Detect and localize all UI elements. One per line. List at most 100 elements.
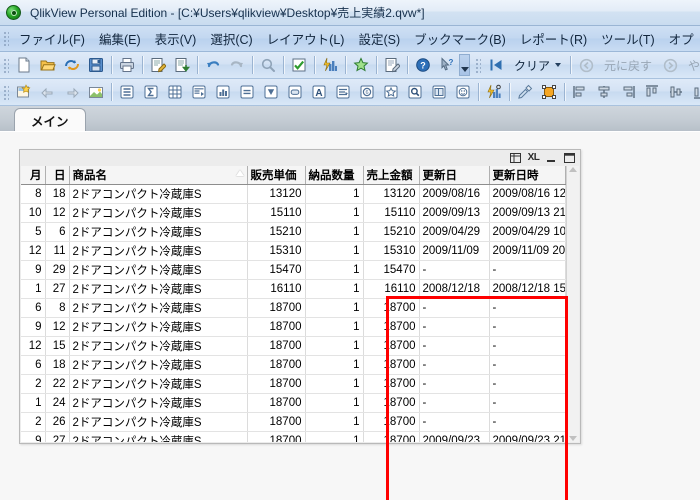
cell-price[interactable]: 18700	[247, 393, 306, 413]
cell-price[interactable]: 15110	[247, 203, 306, 223]
cell-product[interactable]: 2ドアコンパクト冷蔵庫S	[69, 279, 248, 299]
cell-upd_date[interactable]: 2008/12/18	[419, 279, 490, 299]
cell-day[interactable]: 11	[45, 241, 70, 261]
cell-amount[interactable]: 18700	[363, 412, 420, 432]
column-header-month[interactable]: 月	[21, 166, 46, 185]
button-icon[interactable]	[284, 81, 306, 103]
cell-amount[interactable]: 18700	[363, 393, 420, 413]
cell-product[interactable]: 2ドアコンパクト冷蔵庫S	[69, 374, 248, 394]
cell-product[interactable]: 2ドアコンパクト冷蔵庫S	[69, 203, 248, 223]
cell-amount[interactable]: 13120	[363, 184, 420, 204]
cell-qty[interactable]: 1	[305, 355, 364, 375]
multi-box-icon[interactable]	[164, 81, 186, 103]
cell-price[interactable]: 18700	[247, 336, 306, 356]
cell-upd_dt[interactable]: -	[489, 412, 566, 432]
cell-upd_dt[interactable]: -	[489, 336, 566, 356]
search-magnifier-icon[interactable]	[257, 54, 279, 76]
container-icon[interactable]	[428, 81, 450, 103]
cell-product[interactable]: 2ドアコンパクト冷蔵庫S	[69, 412, 248, 432]
scroll-up-arrow-icon[interactable]	[569, 167, 577, 172]
redo-arrow-icon[interactable]	[226, 54, 248, 76]
quick-chart-wizard-icon[interactable]	[483, 81, 505, 103]
cell-day[interactable]: 12	[45, 203, 70, 223]
toolbar-overflow-button[interactable]	[459, 54, 470, 76]
table-row[interactable]: 12 11 2ドアコンパクト冷蔵庫S 15310 1 15310 2009/11/09 200…	[21, 241, 566, 261]
new-file-icon[interactable]	[13, 54, 35, 76]
cell-qty[interactable]: 1	[305, 260, 364, 280]
cell-price[interactable]: 15310	[247, 241, 306, 261]
menu-bookmarks[interactable]: ブックマーク(B)	[407, 26, 513, 51]
cell-upd_dt[interactable]: -	[489, 355, 566, 375]
search-object-icon[interactable]	[404, 81, 426, 103]
cell-day[interactable]: 22	[45, 374, 70, 394]
cell-product[interactable]: 2ドアコンパクト冷蔵庫S	[69, 431, 248, 442]
align-left-icon[interactable]	[569, 81, 591, 103]
cell-month[interactable]: 1	[21, 279, 46, 299]
minimize-icon[interactable]	[545, 152, 558, 164]
activate-all-icon[interactable]	[538, 81, 560, 103]
maximize-icon[interactable]	[563, 152, 576, 164]
cell-qty[interactable]: 1	[305, 431, 364, 442]
design-grid-icon[interactable]	[381, 54, 403, 76]
cell-day[interactable]: 6	[45, 222, 70, 242]
cell-qty[interactable]: 1	[305, 222, 364, 242]
column-header-sales-amount[interactable]: 売上金額	[363, 166, 420, 185]
cell-upd_dt[interactable]: 2009/09/23 21:20:43	[489, 431, 566, 442]
cell-qty[interactable]: 1	[305, 279, 364, 299]
cell-price[interactable]: 18700	[247, 431, 306, 442]
help-question-icon[interactable]: ?	[412, 54, 434, 76]
cell-month[interactable]: 10	[21, 203, 46, 223]
cell-month[interactable]: 9	[21, 431, 46, 442]
cell-upd_dt[interactable]: -	[489, 317, 566, 337]
text-object-icon[interactable]: A	[308, 81, 330, 103]
custom-object-icon[interactable]	[452, 81, 474, 103]
cell-day[interactable]: 29	[45, 260, 70, 280]
cell-amount[interactable]: 18700	[363, 336, 420, 356]
cell-month[interactable]: 2	[21, 374, 46, 394]
cell-upd_dt[interactable]: -	[489, 374, 566, 394]
column-header-product[interactable]: 商品名	[69, 166, 248, 185]
cell-day[interactable]: 8	[45, 298, 70, 318]
list-box-icon[interactable]	[116, 81, 138, 103]
cell-month[interactable]: 8	[21, 184, 46, 204]
reload-icon[interactable]	[61, 54, 83, 76]
table-row[interactable]: 8 18 2ドアコンパクト冷蔵庫S 13120 1 13120 2009/08/16 2009…	[21, 184, 566, 204]
column-header-update-datetime[interactable]: 更新日時	[489, 166, 566, 185]
bookmark-object-icon[interactable]	[380, 81, 402, 103]
cell-month[interactable]: 2	[21, 412, 46, 432]
table-row[interactable]: 1 27 2ドアコンパクト冷蔵庫S 16110 1 16110 2008/12/18 2008…	[21, 279, 566, 299]
cell-qty[interactable]: 1	[305, 298, 364, 318]
cell-upd_date[interactable]: -	[419, 336, 490, 356]
align-center-v-icon[interactable]	[665, 81, 687, 103]
cell-month[interactable]: 9	[21, 260, 46, 280]
cell-amount[interactable]: 18700	[363, 431, 420, 442]
table-row[interactable]: 6 8 2ドアコンパクト冷蔵庫S 18700 1 18700- -	[21, 298, 566, 318]
save-icon[interactable]	[85, 54, 107, 76]
cell-day[interactable]: 24	[45, 393, 70, 413]
cell-product[interactable]: 2ドアコンパクト冷蔵庫S	[69, 317, 248, 337]
align-bottom-icon[interactable]	[689, 81, 700, 103]
cell-product[interactable]: 2ドアコンパクト冷蔵庫S	[69, 222, 248, 242]
cell-upd_dt[interactable]: -	[489, 393, 566, 413]
slider-calendar-icon[interactable]: 6	[356, 81, 378, 103]
chevron-down-icon[interactable]	[555, 63, 562, 67]
cell-month[interactable]: 9	[21, 317, 46, 337]
table-row[interactable]: 9 12 2ドアコンパクト冷蔵庫S 18700 1 18700- -	[21, 317, 566, 337]
cell-amount[interactable]: 15210	[363, 222, 420, 242]
table-row[interactable]: 2 26 2ドアコンパクト冷蔵庫S 18700 1 18700- -	[21, 412, 566, 432]
cell-amount[interactable]: 18700	[363, 355, 420, 375]
cell-price[interactable]: 18700	[247, 374, 306, 394]
cell-day[interactable]: 27	[45, 279, 70, 299]
cell-amount[interactable]: 15310	[363, 241, 420, 261]
cell-upd_dt[interactable]: 2008/12/18 15:59:56	[489, 279, 566, 299]
cell-upd_date[interactable]: -	[419, 260, 490, 280]
cell-upd_dt[interactable]: -	[489, 298, 566, 318]
cell-qty[interactable]: 1	[305, 412, 364, 432]
cell-qty[interactable]: 1	[305, 184, 364, 204]
cell-month[interactable]: 12	[21, 241, 46, 261]
chart-icon[interactable]	[212, 81, 234, 103]
export-to-excel-icon[interactable]: XL	[527, 152, 540, 164]
column-header-unit-price[interactable]: 販売単価	[247, 166, 306, 185]
cell-price[interactable]: 15470	[247, 260, 306, 280]
undo-arrow-icon[interactable]	[202, 54, 224, 76]
